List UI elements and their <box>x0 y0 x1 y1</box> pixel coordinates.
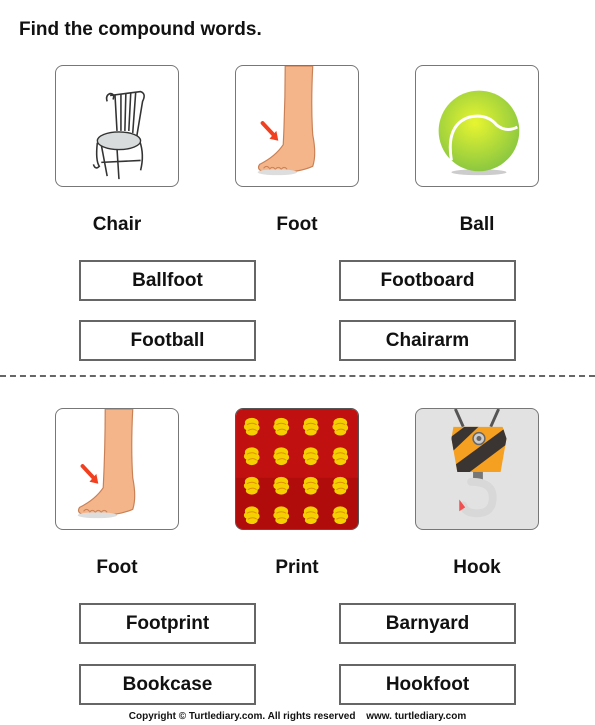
copyright-text: Copyright © Turtlediary.com. All rights … <box>128 711 356 722</box>
print-motif <box>332 447 349 466</box>
picture-card-print <box>235 408 359 530</box>
picture-card-ball <box>415 65 539 187</box>
picture-card-foot <box>55 408 179 530</box>
picture-card-chair <box>55 65 179 187</box>
option-button[interactable]: Chairarm <box>339 320 516 361</box>
picture-label: Ball <box>459 214 495 235</box>
option-button[interactable]: Hookfoot <box>339 664 516 705</box>
option-button[interactable]: Footboard <box>339 260 516 301</box>
print-motif <box>243 476 260 495</box>
chair-icon <box>92 90 145 180</box>
print-motif <box>332 476 349 495</box>
option-button[interactable]: Footprint <box>79 603 256 644</box>
option-button[interactable]: Ballfoot <box>79 260 256 301</box>
footer: Copyright © Turtlediary.com. All rights … <box>0 711 595 722</box>
picture-label: Chair <box>92 214 142 235</box>
picture-label: Foot <box>276 214 318 235</box>
print-motif <box>273 476 290 495</box>
print-motif <box>302 417 319 436</box>
picture-card-foot <box>235 65 359 187</box>
print-motif <box>302 476 319 495</box>
print-motif <box>243 506 260 525</box>
page-title: Find the compound words. <box>19 19 262 40</box>
print-motif <box>273 506 290 525</box>
print-pattern-icon <box>236 409 358 529</box>
print-motif <box>302 447 319 466</box>
print-motif <box>273 417 290 436</box>
print-motif <box>332 506 349 525</box>
picture-card-hook <box>415 408 539 530</box>
picture-label: Foot <box>96 557 138 578</box>
picture-label: Print <box>275 557 319 578</box>
option-button[interactable]: Bookcase <box>79 664 256 705</box>
print-motif <box>332 417 349 436</box>
print-motif <box>243 417 260 436</box>
crane-hook-icon <box>451 409 507 518</box>
foot-icon <box>257 66 316 176</box>
print-motif <box>273 447 290 466</box>
picture-label: Hook <box>453 557 501 578</box>
option-button[interactable]: Barnyard <box>339 603 516 644</box>
tennis-ball-icon <box>438 90 520 176</box>
section-divider <box>0 375 595 377</box>
website-link[interactable]: www. turtlediary.com <box>366 711 466 722</box>
print-motif <box>243 447 260 466</box>
print-motif <box>302 506 319 525</box>
foot-icon <box>77 409 136 519</box>
option-button[interactable]: Football <box>79 320 256 361</box>
